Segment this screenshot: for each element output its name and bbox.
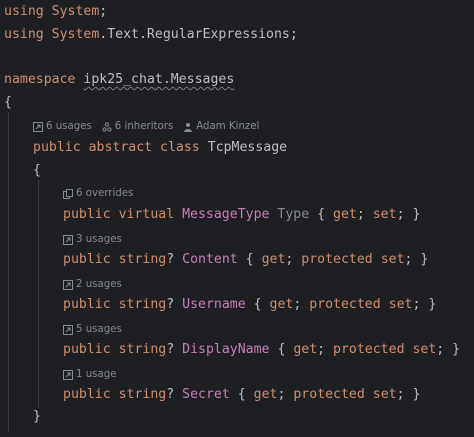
member-hint-label: 6 overrides [76,188,134,199]
person-icon [184,123,193,132]
nullable-marker: ? [166,387,175,402]
indent-guide [38,180,39,408]
author-hint-label: Adam Kinzel [196,121,260,132]
inheritors-hint-label: 6 inheritors [114,121,174,132]
property-name[interactable]: Type [277,207,309,222]
code-line-class-brace-open: { [33,162,41,180]
property-type: string [118,297,167,312]
code-line-namespace: namespace ipk25_chat.Messages [4,71,234,89]
nullable-marker: ? [166,297,175,312]
usages-icon [63,325,73,335]
usages-icon [63,235,73,245]
property-modifiers: public virtual [63,207,175,222]
namespace-name[interactable]: ipk25_chat.Messages [83,72,234,87]
keyword: using [4,27,44,42]
nullable-marker: ? [166,252,175,267]
indent-guide [8,112,9,432]
member-inlay-hint[interactable]: 6 overrides [63,187,133,201]
namespace-ref: System [51,27,100,42]
inheritors-hint[interactable]: 6 inheritors [102,120,173,134]
property-name[interactable]: Content [182,252,238,267]
keyword: using [4,4,44,19]
namespace-ref: System [51,4,100,19]
property-modifiers: public [63,297,111,312]
property-type: string [118,342,167,357]
brace: } [33,409,41,424]
member-inlay-hint[interactable]: 1 usage [63,368,116,382]
usages-hint[interactable]: 6 usages [33,120,92,134]
brace: { [33,163,41,178]
property-name[interactable]: DisplayName [182,342,269,357]
property-type: string [118,252,167,267]
usages-icon [33,122,43,132]
property-name[interactable]: Secret [182,387,230,402]
property-type: string [118,387,167,402]
code-line-property: public string? DisplayName { get; protec… [63,342,461,357]
code-line-class-decl: public abstract class TcpMessage [33,139,287,157]
member-hint-label: 3 usages [76,234,122,245]
property-modifiers: public [63,387,111,402]
property-name[interactable]: Username [182,297,246,312]
code-editor[interactable]: using System; using System.Text.RegularE… [0,0,474,437]
member-inlay-hint[interactable]: 5 usages [63,323,122,337]
code-line-property: public string? Secret { get; protected s… [63,387,421,402]
author-hint[interactable]: Adam Kinzel [183,120,259,134]
usages-icon [63,370,73,380]
code-line-property: public string? Username { get; protected… [63,297,437,312]
namespace-rest: .Text.RegularExpressions [99,27,290,42]
code-line-class-brace-close: } [33,408,41,426]
member-hint-label: 1 usage [76,369,117,380]
class-inlay-hints: 6 usages 6 inheritors Adam Kinzel [33,120,269,134]
property-modifiers: public [63,252,111,267]
code-line-using-1: using System; [4,4,108,19]
class-modifiers: public abstract class [33,140,200,155]
member-hint-label: 5 usages [76,324,122,335]
member-inlay-hint[interactable]: 3 usages [63,233,122,247]
usages-hint-label: 6 usages [46,121,92,132]
brace: { [4,95,12,110]
keyword: namespace [4,72,76,87]
code-line-property: public string? Content { get; protected … [63,252,429,267]
member-hint-label: 2 usages [76,279,122,290]
overrides-icon [63,189,73,199]
code-line-property: public virtual MessageType Type { get; s… [63,207,421,222]
inheritors-icon [102,122,112,132]
property-modifiers: public [63,342,111,357]
code-line-using-2: using System.Text.RegularExpressions; [4,27,298,42]
nullable-marker: ? [166,342,175,357]
code-line-brace-open: { [4,94,12,112]
usages-icon [63,280,73,290]
class-name[interactable]: TcpMessage [208,140,287,155]
property-type[interactable]: MessageType [182,207,269,222]
member-inlay-hint[interactable]: 2 usages [63,278,122,292]
